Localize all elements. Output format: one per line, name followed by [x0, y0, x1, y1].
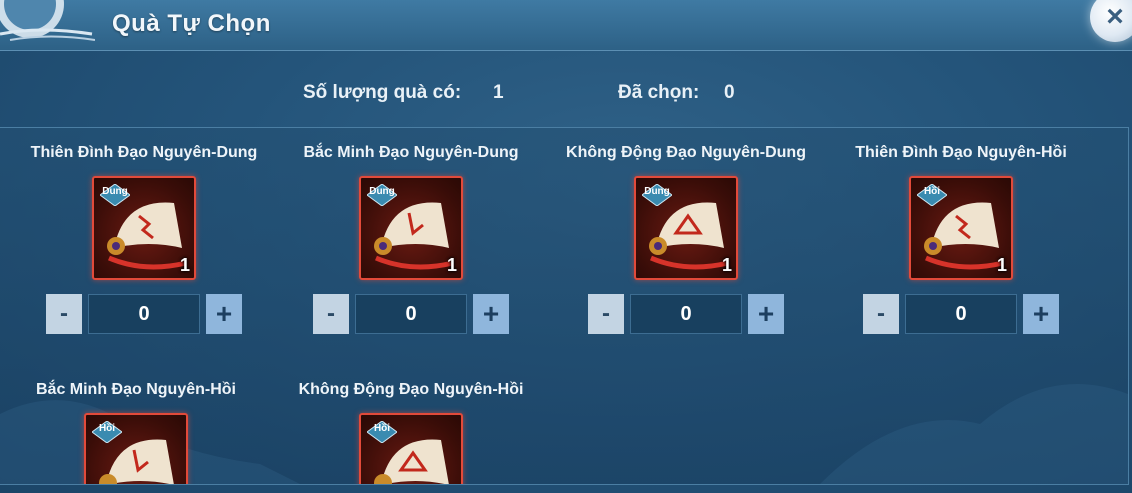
gift-item-icon-button[interactable]: Hồi 1 [909, 176, 1013, 280]
gift-item-icon-button[interactable]: Hồi [84, 413, 188, 484]
gift-item: Thiên Đình Đạo Nguyên-Dung Dung 1 - 0 + [14, 142, 274, 334]
gift-tag: Hồi [98, 423, 116, 434]
title-ornament-icon [0, 0, 95, 41]
window-title: Quà Tự Chọn [112, 10, 271, 37]
quantity-input[interactable]: 0 [630, 294, 742, 334]
gift-item-name: Thiên Đình Đạo Nguyên-Hồi [855, 144, 1067, 161]
gift-item-count: 1 [721, 255, 732, 275]
gift-item-count: 1 [446, 255, 457, 275]
quantity-stepper: - 0 + [863, 294, 1059, 334]
gift-item: Thiên Đình Đạo Nguyên-Hồi Hồi 1 - 0 + [831, 142, 1091, 334]
gift-item-icon-button[interactable]: Dung 1 [359, 176, 463, 280]
quantity-input[interactable]: 0 [355, 294, 467, 334]
decrease-button[interactable]: - [313, 294, 349, 334]
gift-item-icon-button[interactable]: Dung 1 [634, 176, 738, 280]
available-gifts-label: Số lượng quà có: [303, 82, 462, 103]
gift-list-panel[interactable]: Thiên Đình Đạo Nguyên-Dung Dung 1 - 0 + [0, 127, 1129, 485]
gift-tag: Dung [644, 186, 670, 197]
gift-tag: Hồi [923, 186, 941, 197]
close-icon: × [1106, 0, 1124, 33]
gift-item-icon-button[interactable]: Dung 1 [92, 176, 196, 280]
gift-item-count: 1 [996, 255, 1007, 275]
decrease-button[interactable]: - [46, 294, 82, 334]
gift-item-name: Không Động Đạo Nguyên-Hồi [298, 381, 524, 398]
increase-button[interactable]: + [1023, 294, 1059, 334]
increase-button[interactable]: + [473, 294, 509, 334]
quantity-stepper: - 0 + [588, 294, 784, 334]
gift-item: Không Động Đạo Nguyên-Dung Dung 1 - 0 + [556, 142, 816, 334]
gift-item-name: Thiên Đình Đạo Nguyên-Dung [30, 144, 258, 161]
chosen-value: 0 [724, 82, 735, 103]
decrease-button[interactable]: - [863, 294, 899, 334]
quantity-stepper: - 0 + [46, 294, 242, 334]
gift-item: Bắc Minh Đạo Nguyên-Hồi Hồi [6, 379, 266, 484]
quantity-input[interactable]: 0 [88, 294, 200, 334]
increase-button[interactable]: + [206, 294, 242, 334]
gift-tag: Dung [369, 186, 395, 197]
quantity-input[interactable]: 0 [905, 294, 1017, 334]
increase-button[interactable]: + [748, 294, 784, 334]
chosen-label: Đã chọn: [618, 82, 700, 103]
gift-tag: Dung [102, 186, 128, 197]
quantity-stepper: - 0 + [313, 294, 509, 334]
close-button[interactable]: × [1090, 0, 1132, 42]
gift-item-name: Bắc Minh Đạo Nguyên-Hồi [35, 381, 236, 398]
decrease-button[interactable]: - [588, 294, 624, 334]
gift-item-name: Không Động Đạo Nguyên-Dung [566, 144, 806, 161]
title-bar: Quà Tự Chọn × [0, 0, 1132, 51]
gift-item: Không Động Đạo Nguyên-Hồi Hồi [281, 379, 541, 484]
gift-item-count: 1 [179, 255, 190, 275]
gift-tag: Hồi [373, 423, 391, 434]
gift-item: Bắc Minh Đạo Nguyên-Dung Dung 1 - 0 + [281, 142, 541, 334]
gift-item-icon-button[interactable]: Hồi [359, 413, 463, 484]
gift-item-name: Bắc Minh Đạo Nguyên-Dung [303, 144, 519, 161]
gift-selection-window: Quà Tự Chọn × Số lượng quà có: 1 Đã chọn… [0, 0, 1132, 493]
available-gifts-value: 1 [493, 82, 504, 103]
